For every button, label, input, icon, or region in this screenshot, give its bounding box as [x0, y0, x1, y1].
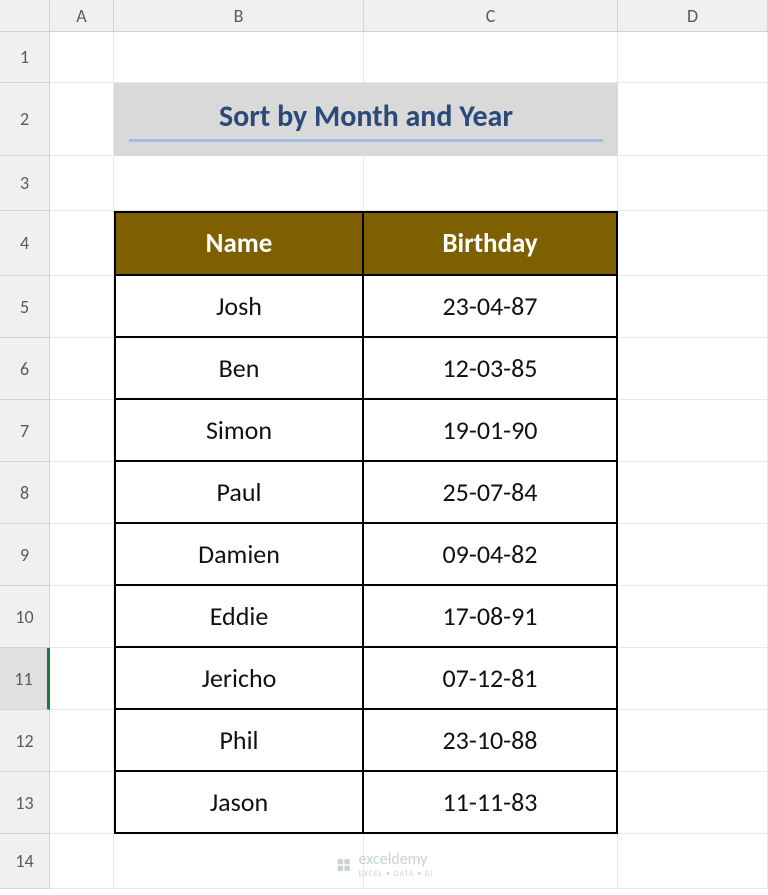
table-row: Paul25-07-84 [114, 462, 618, 524]
row-headers: 1234567891011121314 [0, 32, 50, 889]
table-row: Damien09-04-82 [114, 524, 618, 586]
table-row: Simon19-01-90 [114, 400, 618, 462]
col-header-a[interactable]: A [50, 0, 114, 32]
cell-birthday[interactable]: 11-11-83 [364, 772, 618, 834]
row-header-3[interactable]: 3 [0, 156, 50, 211]
cell-name[interactable]: Josh [114, 276, 364, 338]
title-cell[interactable]: Sort by Month and Year [114, 83, 618, 156]
header-birthday[interactable]: Birthday [364, 211, 618, 276]
cell-name[interactable]: Ben [114, 338, 364, 400]
cell-name[interactable]: Damien [114, 524, 364, 586]
header-name[interactable]: Name [114, 211, 364, 276]
cell-birthday[interactable]: 19-01-90 [364, 400, 618, 462]
cell-birthday[interactable]: 07-12-81 [364, 648, 618, 710]
row-header-4[interactable]: 4 [0, 211, 50, 276]
row-header-12[interactable]: 12 [0, 710, 50, 772]
watermark: exceldemy EXCEL • DATA • BI [335, 850, 434, 879]
title-text: Sort by Month and Year [129, 98, 603, 142]
cell-name[interactable]: Phil [114, 710, 364, 772]
row-header-1[interactable]: 1 [0, 32, 50, 83]
row-header-6[interactable]: 6 [0, 338, 50, 400]
row-header-7[interactable]: 7 [0, 400, 50, 462]
watermark-tagline: EXCEL • DATA • BI [359, 869, 434, 879]
row-header-2[interactable]: 2 [0, 83, 50, 156]
watermark-brand: exceldemy [359, 850, 428, 869]
cell-name[interactable]: Simon [114, 400, 364, 462]
cell-name[interactable]: Jason [114, 772, 364, 834]
row-header-5[interactable]: 5 [0, 276, 50, 338]
table-row: Phil23-10-88 [114, 710, 618, 772]
cell-birthday[interactable]: 09-04-82 [364, 524, 618, 586]
cell-birthday[interactable]: 12-03-85 [364, 338, 618, 400]
cell-name[interactable]: Eddie [114, 586, 364, 648]
logo-icon [335, 856, 353, 874]
cell-name[interactable]: Jericho [114, 648, 364, 710]
row-header-8[interactable]: 8 [0, 462, 50, 524]
column-headers: A B C D [0, 0, 768, 32]
cell-birthday[interactable]: 23-04-87 [364, 276, 618, 338]
table-row: Eddie17-08-91 [114, 586, 618, 648]
table-row: Ben12-03-85 [114, 338, 618, 400]
table-row: Jason11-11-83 [114, 772, 618, 834]
data-table: NameBirthdayJosh23-04-87Ben12-03-85Simon… [114, 211, 618, 834]
table-row: Josh23-04-87 [114, 276, 618, 338]
cell-birthday[interactable]: 17-08-91 [364, 586, 618, 648]
row-header-11[interactable]: 11 [0, 648, 50, 710]
select-all-corner[interactable] [0, 0, 50, 32]
spreadsheet-grid: A B C D 1234567891011121314 Sort by Mont… [0, 0, 768, 895]
col-header-c[interactable]: C [364, 0, 618, 32]
row-header-13[interactable]: 13 [0, 772, 50, 834]
cell-birthday[interactable]: 25-07-84 [364, 462, 618, 524]
col-header-d[interactable]: D [618, 0, 768, 32]
row-header-9[interactable]: 9 [0, 524, 50, 586]
row-header-10[interactable]: 10 [0, 586, 50, 648]
row-header-14[interactable]: 14 [0, 834, 50, 889]
table-header-row: NameBirthday [114, 211, 618, 276]
col-header-b[interactable]: B [114, 0, 364, 32]
table-row: Jericho07-12-81 [114, 648, 618, 710]
cell-name[interactable]: Paul [114, 462, 364, 524]
cell-birthday[interactable]: 23-10-88 [364, 710, 618, 772]
